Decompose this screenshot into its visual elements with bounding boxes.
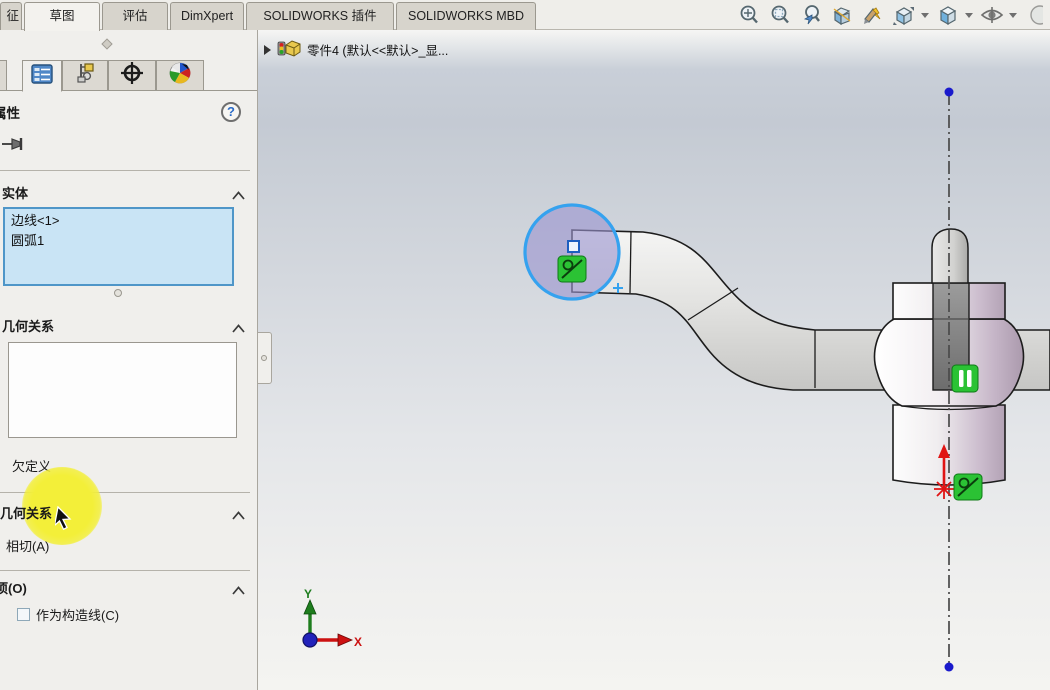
- ribbon-tab-dimxpert[interactable]: DimXpert: [170, 2, 244, 30]
- feature-tree-root[interactable]: 零件4 (默认<<默认>_显...: [264, 38, 448, 61]
- existing-relations-listbox[interactable]: [8, 342, 237, 438]
- ribbon-tab-sketch[interactable]: 草图: [24, 2, 100, 31]
- part-tree-label[interactable]: 零件4 (默认<<默认>_显...: [307, 40, 448, 59]
- tab-configurationmanager[interactable]: [62, 60, 108, 91]
- model-canvas[interactable]: Y X: [258, 30, 1050, 690]
- listbox-resize-handle[interactable]: [114, 289, 122, 297]
- zoom-to-area-icon[interactable]: [768, 3, 792, 27]
- tangent-relation-button[interactable]: 相切(A): [6, 536, 49, 555]
- existing-relations-section-header: 几何关系: [2, 316, 54, 335]
- manager-tab-bar: [0, 58, 258, 91]
- panel-title: 属性: [0, 102, 20, 122]
- triad-origin-z: [303, 633, 317, 647]
- flyout-dot: [261, 355, 267, 361]
- hide-show-items-icon[interactable]: [980, 3, 1004, 27]
- apply-scene-icon[interactable]: [1024, 3, 1048, 27]
- view-orientation-icon[interactable]: [892, 3, 916, 27]
- options-section-header: 选项(O): [0, 578, 27, 597]
- section-view-icon[interactable]: [830, 3, 854, 27]
- panel-splitter-handle[interactable]: [101, 38, 112, 49]
- add-relations-section-header: 几何关系: [0, 503, 52, 522]
- list-item[interactable]: 边线<1>: [11, 211, 226, 231]
- centerline-endpoint-bottom[interactable]: [945, 663, 954, 672]
- list-item[interactable]: 圆弧1: [11, 231, 226, 251]
- previous-view-icon[interactable]: [799, 3, 823, 27]
- configurationmanager-icon: [73, 62, 97, 89]
- headsup-toolbar: [737, 0, 1048, 30]
- section-divider: [0, 170, 250, 171]
- tangent-relation-icon-bottom[interactable]: [954, 474, 982, 500]
- displaymanager-icon: [168, 61, 192, 90]
- vertical-relation-icon[interactable]: [952, 365, 978, 392]
- add-relations-collapse-chevron[interactable]: [232, 507, 245, 525]
- part-icon: [277, 38, 301, 61]
- options-collapse-chevron[interactable]: [232, 582, 245, 600]
- panel-flyout-handle[interactable]: [257, 332, 272, 384]
- help-icon[interactable]: ?: [221, 102, 241, 122]
- circle-center-point[interactable]: [568, 241, 579, 252]
- hide-show-items-caret[interactable]: [1009, 13, 1017, 18]
- tree-expand-arrow[interactable]: [264, 45, 271, 55]
- construction-line-label: 作为构造线(C): [36, 605, 119, 624]
- stud-pin[interactable]: [932, 229, 968, 283]
- ribbon-tab-sw-mbd[interactable]: SOLIDWORKS MBD: [396, 2, 536, 30]
- ribbon-tab-sw-addins[interactable]: SOLIDWORKS 插件: [246, 2, 394, 30]
- ribbon-tab-evaluate[interactable]: 评估: [102, 2, 168, 30]
- entities-section-header: 实体: [2, 183, 28, 202]
- dimxpertmanager-icon: [119, 61, 145, 90]
- tab-featuremanager[interactable]: [0, 60, 7, 91]
- view-orientation-caret[interactable]: [921, 13, 929, 18]
- triad-x-label: X: [354, 635, 362, 649]
- selected-entities-listbox[interactable]: 边线<1> 圆弧1: [3, 207, 234, 286]
- construction-line-checkbox[interactable]: [17, 608, 30, 621]
- edit-appearance-icon[interactable]: [861, 3, 885, 27]
- propertymanager-icon: [30, 63, 54, 90]
- mouse-cursor: [55, 506, 75, 537]
- existing-relations-collapse-chevron[interactable]: [232, 320, 245, 338]
- tab-dimxpertmanager[interactable]: [108, 60, 156, 91]
- pushpin-icon[interactable]: [2, 135, 28, 158]
- entities-collapse-chevron[interactable]: [232, 187, 245, 205]
- zoom-to-fit-icon[interactable]: [737, 3, 761, 27]
- display-style-icon[interactable]: [936, 3, 960, 27]
- ribbon-tab-features[interactable]: 征: [0, 2, 22, 30]
- display-style-caret[interactable]: [965, 13, 973, 18]
- tab-displaymanager[interactable]: [156, 60, 204, 91]
- triad-y-label: Y: [304, 587, 312, 601]
- property-manager-panel: 属性 ? 实体 边线<1> 圆弧1 几何关系 欠定义 几何关系 相切(A) 选项…: [0, 30, 258, 690]
- tangent-relation-icon-circle[interactable]: [558, 256, 586, 282]
- origin-triad: Y X: [303, 587, 362, 649]
- sketch-point-star: [934, 479, 954, 499]
- tab-propertymanager[interactable]: [22, 60, 62, 92]
- section-divider: [0, 570, 250, 571]
- ribbon-tab-bar: 征 草图 评估 DimXpert SOLIDWORKS 插件 SOLIDWORK…: [0, 0, 1050, 30]
- centerline-endpoint-top[interactable]: [945, 88, 954, 97]
- graphics-viewport[interactable]: 零件4 (默认<<默认>_显...: [258, 30, 1050, 690]
